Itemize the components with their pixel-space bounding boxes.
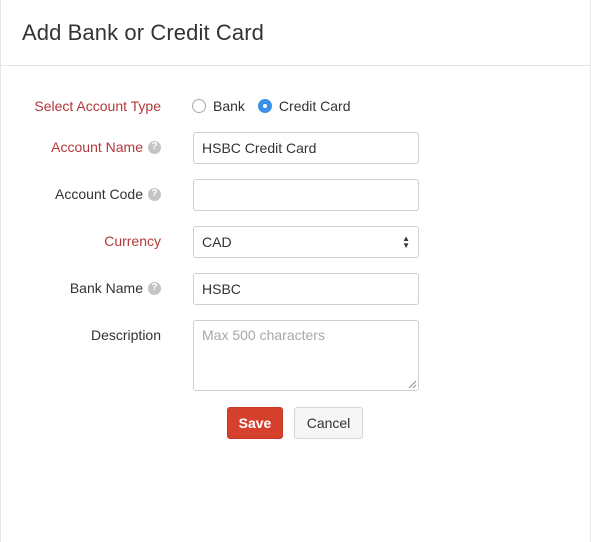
account-type-radio-group: Bank Credit Card [192, 98, 364, 114]
account-type-label-text: Select Account Type [34, 98, 161, 114]
currency-select[interactable]: CAD ▲ ▼ [193, 226, 419, 258]
description-label: Description [91, 327, 161, 343]
bank-name-label: Bank Name ? [70, 280, 161, 296]
cancel-button[interactable]: Cancel [294, 407, 363, 439]
radio-bank[interactable]: Bank [192, 98, 245, 114]
help-icon[interactable]: ? [148, 140, 161, 154]
radio-bank-label: Bank [213, 98, 245, 114]
currency-selected-value: CAD [202, 234, 232, 250]
radio-bank-circle[interactable] [192, 99, 206, 113]
help-icon[interactable]: ? [148, 187, 161, 201]
account-name-input[interactable] [193, 132, 419, 164]
account-code-input[interactable] [193, 179, 419, 211]
currency-label-text: Currency [104, 233, 161, 249]
account-name-label-text: Account Name [51, 139, 143, 155]
dialog-header: Add Bank or Credit Card [1, 0, 590, 66]
add-bank-dialog: Add Bank or Credit Card Select Account T… [0, 0, 591, 542]
currency-label: Currency [104, 233, 161, 249]
radio-credit-card[interactable]: Credit Card [257, 98, 351, 114]
bank-name-input[interactable] [193, 273, 419, 305]
description-label-text: Description [90, 327, 161, 343]
account-code-label: Account Code ? [55, 186, 161, 202]
account-code-label-text: Account Code [55, 186, 143, 202]
description-textarea[interactable] [193, 320, 419, 391]
radio-credit-card-label: Credit Card [278, 98, 351, 114]
save-button[interactable]: Save [227, 407, 283, 439]
radio-credit-card-circle[interactable] [257, 99, 272, 113]
bank-name-label-text: Bank Name [69, 280, 143, 296]
chevron-up-down-icon: ▲ ▼ [402, 234, 410, 250]
resize-grip-icon[interactable] [408, 380, 417, 389]
account-name-label: Account Name ? [51, 139, 161, 155]
account-type-label: Select Account Type [34, 98, 161, 114]
dialog-title: Add Bank or Credit Card [22, 20, 264, 45]
help-icon[interactable]: ? [148, 281, 161, 295]
